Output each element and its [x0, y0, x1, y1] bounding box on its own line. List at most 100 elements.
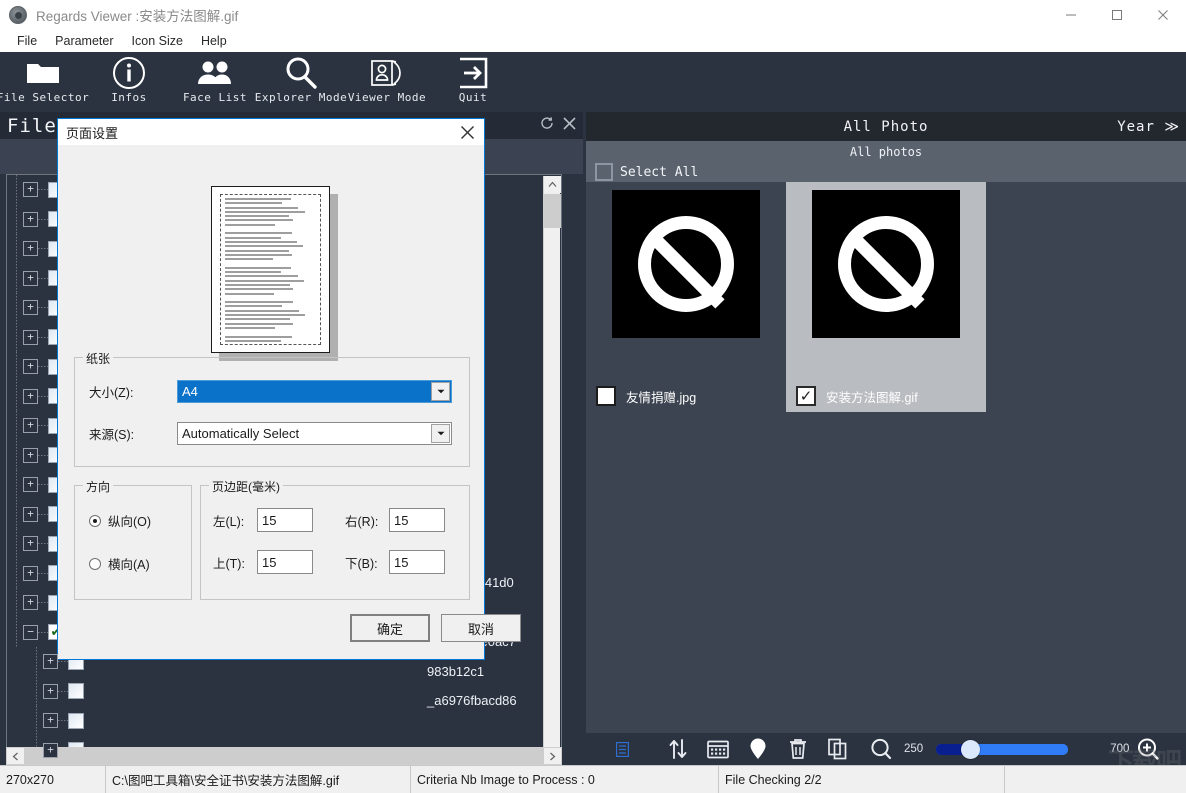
- tree-connector: [38, 572, 48, 574]
- chevron-down-icon[interactable]: [431, 382, 450, 401]
- chevron-up-icon[interactable]: [544, 176, 561, 193]
- tree-expand-icon[interactable]: +: [23, 241, 38, 257]
- tree-connector: [38, 454, 48, 456]
- tree-collapse-icon[interactable]: −: [23, 624, 38, 640]
- status-bar: 270x270 C:\图吧工具箱\安全证书\安装方法图解.gif Criteri…: [0, 765, 1186, 793]
- tree-expand-icon[interactable]: +: [23, 536, 38, 552]
- chevron-down-icon[interactable]: [431, 424, 450, 443]
- tree-expand-icon[interactable]: +: [43, 713, 58, 729]
- tree-expand-icon[interactable]: +: [23, 506, 38, 522]
- map-pin-icon[interactable]: [738, 733, 778, 765]
- photo-cell[interactable]: 友情捐赠.jpg: [586, 182, 786, 412]
- tree-guide-line: [16, 558, 17, 588]
- preview-text-line: [225, 275, 298, 278]
- toolbar-button-file-selector[interactable]: File Selector: [0, 52, 89, 112]
- radio-dot-icon: [89, 514, 101, 527]
- tree-connector: [38, 277, 48, 279]
- menu-item-help[interactable]: Help: [192, 33, 236, 49]
- maximize-button[interactable]: [1094, 0, 1140, 30]
- tree-expand-icon[interactable]: +: [43, 742, 58, 758]
- paper-source-combobox[interactable]: Automatically Select: [177, 422, 452, 445]
- year-nav-button[interactable]: Year ≫: [1117, 119, 1180, 135]
- toolbar-label-quit: Quit: [458, 91, 488, 104]
- toolbar-button-infos[interactable]: Infos: [86, 52, 172, 112]
- tree-expand-icon[interactable]: +: [23, 388, 38, 404]
- tree-expand-icon[interactable]: +: [23, 565, 38, 581]
- dialog-cancel-button[interactable]: 取消: [441, 614, 521, 642]
- toolbar-button-explorer-mode[interactable]: Explorer Mode: [255, 52, 347, 112]
- tree-expand-icon[interactable]: +: [23, 270, 38, 286]
- margin-left-input[interactable]: 15: [257, 508, 313, 532]
- tree-expand-icon[interactable]: +: [23, 418, 38, 434]
- dialog-close-icon[interactable]: [457, 122, 477, 142]
- zoom-in-icon[interactable]: [1129, 733, 1167, 765]
- calendar-icon[interactable]: [698, 733, 738, 765]
- tree-checkbox[interactable]: [68, 712, 84, 729]
- tree-horizontal-scrollbar[interactable]: [6, 747, 562, 765]
- zoom-slider[interactable]: [936, 739, 1069, 759]
- tree-connector: [38, 425, 48, 427]
- tree-expand-icon[interactable]: +: [23, 477, 38, 493]
- tree-expand-icon[interactable]: +: [23, 329, 38, 345]
- tree-guide-line: [16, 322, 17, 352]
- margin-top-input[interactable]: 15: [257, 550, 313, 574]
- tree-expand-icon[interactable]: +: [23, 447, 38, 463]
- select-all-checkbox[interactable]: [595, 163, 613, 181]
- tree-scroll-thumb[interactable]: [544, 194, 561, 228]
- zoom-slider-handle[interactable]: [961, 739, 981, 759]
- copy-icon[interactable]: [818, 733, 858, 765]
- chevron-left-icon[interactable]: [7, 748, 24, 764]
- tree-connector: [58, 661, 68, 663]
- sort-arrows-icon[interactable]: [658, 733, 698, 765]
- tree-vertical-scrollbar[interactable]: [543, 176, 561, 764]
- trash-icon[interactable]: [778, 733, 818, 765]
- list-view-icon[interactable]: [586, 733, 658, 765]
- tree-expand-icon[interactable]: +: [23, 182, 38, 198]
- tree-guide-line: [16, 381, 17, 411]
- photo-thumbnail[interactable]: [812, 190, 960, 338]
- status-criteria: Criteria Nb Image to Process : 0: [411, 766, 719, 793]
- dialog-ok-button[interactable]: 确定: [350, 614, 430, 642]
- menu-item-icon-size[interactable]: Icon Size: [123, 33, 192, 49]
- preview-text-line: [225, 249, 289, 252]
- tree-hscroll-thumb[interactable]: [24, 748, 544, 764]
- select-all-control[interactable]: Select All: [595, 163, 698, 181]
- menu-item-parameter[interactable]: Parameter: [46, 33, 122, 49]
- tree-expand-icon[interactable]: +: [23, 300, 38, 316]
- tree-expand-icon[interactable]: +: [23, 211, 38, 227]
- margin-right-input[interactable]: 15: [389, 508, 445, 532]
- margins-group: 页边距(毫米) 左(L): 15 右(R): 15 上(T): 15 下(B):…: [200, 478, 470, 600]
- tree-checkbox[interactable]: [68, 683, 84, 700]
- photo-cell[interactable]: ✓ 安装方法图解.gif: [786, 182, 986, 412]
- close-icon[interactable]: [563, 116, 576, 135]
- tree-expand-icon[interactable]: +: [43, 654, 58, 670]
- tree-connector: [38, 484, 48, 486]
- toolbar-button-viewer-mode[interactable]: Viewer Mode: [344, 52, 430, 112]
- margin-bottom-input[interactable]: 15: [389, 550, 445, 574]
- status-path: C:\图吧工具箱\安全证书\安装方法图解.gif: [106, 766, 411, 793]
- margin-right-label: 右(R):: [345, 514, 379, 529]
- tree-connector: [38, 395, 48, 397]
- tree-expand-icon[interactable]: +: [23, 359, 38, 375]
- orientation-landscape-radio[interactable]: 横向(A): [89, 554, 150, 573]
- toolbar-button-quit[interactable]: Quit: [430, 52, 516, 112]
- photo-checkbox[interactable]: [596, 386, 616, 406]
- tree-guide-line: [16, 352, 17, 382]
- close-button[interactable]: [1140, 0, 1186, 30]
- toolbar-button-face-list[interactable]: Face List: [172, 52, 258, 112]
- paper-size-combobox[interactable]: A4: [177, 380, 452, 403]
- menu-item-file[interactable]: File: [8, 33, 46, 49]
- zoom-out-icon[interactable]: [858, 733, 904, 765]
- orientation-portrait-radio[interactable]: 纵向(O): [89, 511, 151, 530]
- tree-expand-icon[interactable]: +: [23, 595, 38, 611]
- chevron-right-icon[interactable]: [544, 748, 561, 764]
- refresh-icon[interactable]: [540, 116, 554, 135]
- page-preview-text-lines: [225, 198, 316, 344]
- tree-row[interactable]: +: [7, 706, 561, 736]
- preview-text-line: [225, 258, 274, 261]
- photo-thumbnail[interactable]: [612, 190, 760, 338]
- tree-connector: [38, 307, 48, 309]
- tree-expand-icon[interactable]: +: [43, 683, 58, 699]
- minimize-button[interactable]: [1048, 0, 1094, 30]
- photo-checkbox[interactable]: ✓: [796, 386, 816, 406]
